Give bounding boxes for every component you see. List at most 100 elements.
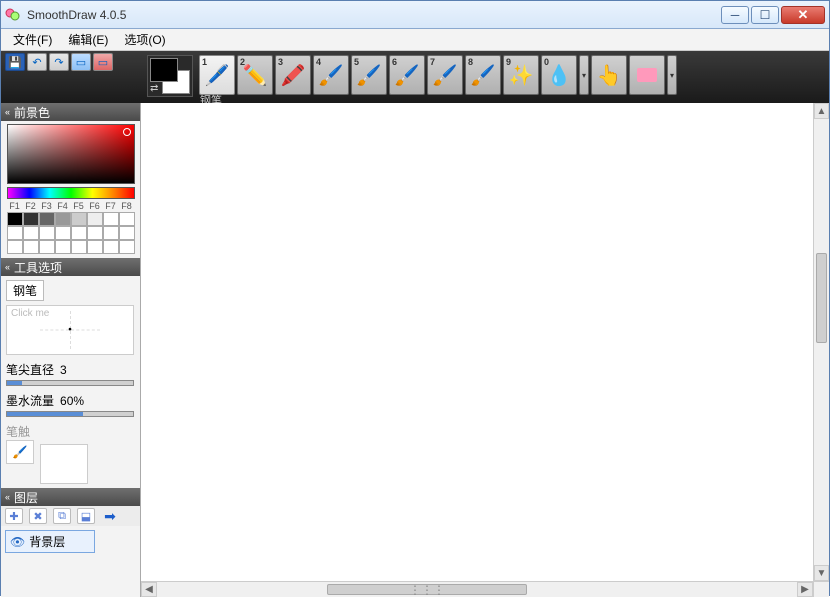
swap-colors-icon[interactable]: ⇄: [150, 83, 158, 94]
collapse-icon: «: [5, 492, 10, 502]
swatch-cell[interactable]: [103, 226, 119, 240]
swatch-cell[interactable]: [55, 212, 71, 226]
duplicate-layer-button[interactable]: ⧉: [53, 508, 71, 524]
brush-smudge[interactable]: 👆: [591, 55, 627, 95]
scroll-up-arrow[interactable]: ▲: [814, 103, 829, 119]
close-button[interactable]: ✕: [781, 6, 825, 24]
layer-item[interactable]: 👁 背景层: [5, 530, 95, 553]
ink-flow-slider[interactable]: [6, 411, 134, 417]
texture-label: 笔触: [6, 423, 30, 440]
panel-header-layers[interactable]: «图层: [1, 488, 140, 506]
eraser-more-dropdown[interactable]: ▾: [667, 55, 677, 95]
menu-options[interactable]: 选项(O): [116, 29, 173, 50]
brush-9-star[interactable]: 9✨: [503, 55, 539, 95]
ink-flow-value: 60%: [60, 394, 84, 408]
menu-file[interactable]: 文件(F): [5, 29, 60, 50]
brush-icon: 🖌️: [319, 63, 344, 88]
color-swatch-pair[interactable]: ⇄: [147, 55, 193, 97]
new-layer-button[interactable]: ✚: [5, 508, 23, 524]
swatch-cell[interactable]: [87, 226, 103, 240]
swatch-hotkey-labels: F1F2F3F4F5F6F7F8: [7, 201, 135, 211]
merge-layer-button[interactable]: ⬓: [77, 508, 95, 524]
menu-edit[interactable]: 编辑(E): [60, 29, 116, 50]
tip-diameter-slider[interactable]: [6, 380, 134, 386]
vscroll-thumb[interactable]: [816, 253, 827, 343]
drop-icon: 💧: [547, 63, 572, 88]
maximize-button[interactable]: ☐: [751, 6, 779, 24]
star-icon: ✨: [509, 63, 534, 88]
swatch-cell[interactable]: [23, 240, 39, 254]
scroll-right-arrow[interactable]: ▶: [797, 582, 813, 597]
tool-name-display: 钢笔: [6, 280, 44, 301]
swatch-cell[interactable]: [23, 212, 39, 226]
swatch-cell[interactable]: [119, 212, 135, 226]
swatch-cell[interactable]: [119, 240, 135, 254]
horizontal-scrollbar[interactable]: ◀ ⋮⋮⋮ ▶: [141, 581, 813, 597]
brush-eraser[interactable]: [629, 55, 665, 95]
tip-diameter-label: 笔尖直径: [6, 361, 54, 378]
canvas[interactable]: [141, 103, 813, 581]
minimize-button[interactable]: ─: [721, 6, 749, 24]
scroll-down-arrow[interactable]: ▼: [814, 565, 829, 581]
brush-preview-area[interactable]: Click me •: [6, 305, 134, 355]
brush-1-pen[interactable]: 1🖊️ 钢笔: [199, 55, 235, 95]
window-controls: ─ ☐ ✕: [721, 6, 825, 24]
scroll-corner: [813, 581, 829, 597]
brush-0-water[interactable]: 0💧: [541, 55, 577, 95]
ink-flow-label: 墨水流量: [6, 392, 54, 409]
brush-4[interactable]: 4🖌️: [313, 55, 349, 95]
swatch-cell[interactable]: [71, 212, 87, 226]
vertical-scrollbar[interactable]: ▲ ▼: [813, 103, 829, 581]
brush-2-pencil[interactable]: 2✏️: [237, 55, 273, 95]
foreground-color-swatch[interactable]: [150, 58, 178, 82]
brush-size-dot: •: [68, 325, 72, 336]
swatch-cell[interactable]: [23, 226, 39, 240]
brush-3-marker[interactable]: 3🖍️: [275, 55, 311, 95]
panel-header-foreground-color[interactable]: «前景色: [1, 103, 140, 121]
swatch-cell[interactable]: [39, 212, 55, 226]
swatch-cell[interactable]: [71, 226, 87, 240]
new-button[interactable]: ▭: [71, 53, 91, 71]
texture-picker-button[interactable]: 🖌️: [6, 440, 34, 464]
swatch-cell[interactable]: [87, 240, 103, 254]
swatch-cell[interactable]: [103, 212, 119, 226]
swatch-cell[interactable]: [119, 226, 135, 240]
brush-icon: 🖌️: [357, 63, 382, 88]
swatch-cell[interactable]: [87, 212, 103, 226]
swatch-cell[interactable]: [71, 240, 87, 254]
panel-header-tool-options[interactable]: «工具选项: [1, 258, 140, 276]
layer-menu-button[interactable]: ➡: [101, 508, 119, 524]
toolbar: 💾 ↶ ↷ ▭ ▭ ⇄ 1🖊️ 钢笔 2✏️ 3🖍️ 4🖌️ 5🖌️ 6🖌️ 7…: [1, 51, 829, 103]
brush-6[interactable]: 6🖌️: [389, 55, 425, 95]
brush-icon: 🖌️: [433, 63, 458, 88]
swatch-cell[interactable]: [39, 240, 55, 254]
brush-more-dropdown[interactable]: ▾: [579, 55, 589, 95]
brush-8[interactable]: 8🖌️: [465, 55, 501, 95]
swatch-cell[interactable]: [55, 226, 71, 240]
tip-diameter-value: 3: [60, 363, 67, 377]
undo-button[interactable]: ↶: [27, 53, 47, 71]
swatch-cell[interactable]: [55, 240, 71, 254]
delete-layer-button[interactable]: ✖: [29, 508, 47, 524]
swatch-cell[interactable]: [39, 226, 55, 240]
color-field[interactable]: [7, 124, 135, 184]
visibility-icon[interactable]: 👁: [10, 535, 25, 549]
scroll-left-arrow[interactable]: ◀: [141, 582, 157, 597]
collapse-icon: «: [5, 107, 10, 117]
swatch-cell[interactable]: [7, 212, 23, 226]
hscroll-thumb[interactable]: ⋮⋮⋮: [327, 584, 527, 595]
brush-5[interactable]: 5🖌️: [351, 55, 387, 95]
swatch-cell[interactable]: [103, 240, 119, 254]
swatch-cell[interactable]: [7, 226, 23, 240]
brush-icon: 🖌️: [395, 63, 420, 88]
redo-button[interactable]: ↷: [49, 53, 69, 71]
pencil-icon: ✏️: [243, 63, 268, 88]
brush-7[interactable]: 7🖌️: [427, 55, 463, 95]
delete-button[interactable]: ▭: [93, 53, 113, 71]
hue-slider[interactable]: [7, 187, 135, 199]
collapse-icon: «: [5, 262, 10, 272]
brush-icon: 🖌️: [13, 445, 28, 459]
save-button[interactable]: 💾: [5, 53, 25, 71]
sidebar: «前景色 F1F2F3F4F5F6F7F8 «工具选项 钢笔 Click me …: [1, 103, 141, 597]
swatch-cell[interactable]: [7, 240, 23, 254]
